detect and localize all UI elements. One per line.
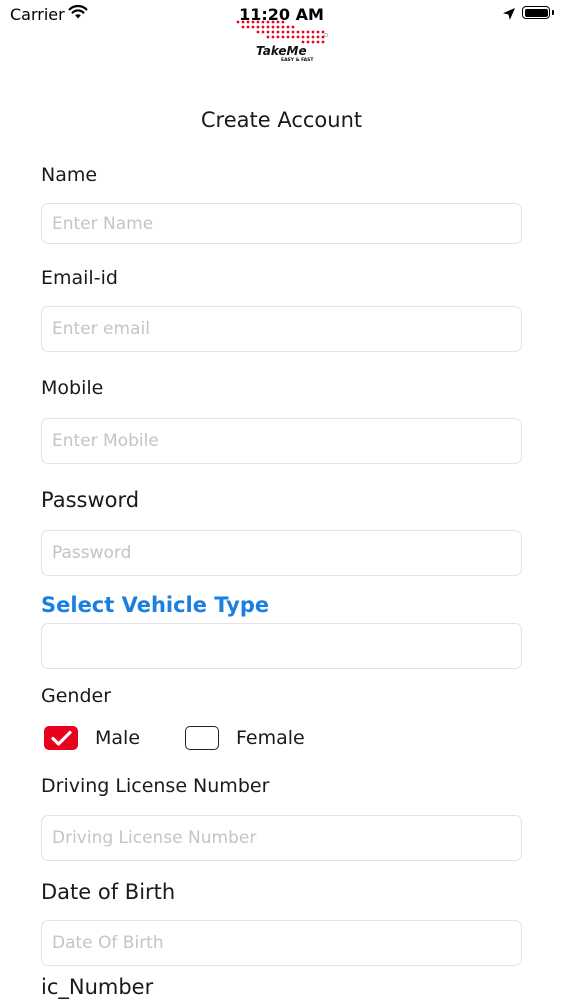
male-label: Male bbox=[95, 727, 141, 749]
battery-icon bbox=[522, 6, 554, 19]
gender-option-female[interactable]: Female bbox=[185, 726, 315, 752]
dob-input[interactable] bbox=[41, 920, 522, 966]
logo-brand-text: TakeMe bbox=[256, 44, 307, 58]
takeme-logo: TakeMe EASY & FAST bbox=[234, 16, 330, 66]
vehicle-type-field[interactable] bbox=[41, 623, 522, 669]
mobile-input[interactable] bbox=[41, 418, 522, 464]
name-input[interactable] bbox=[41, 203, 522, 244]
page-title: Create Account bbox=[200, 108, 363, 132]
name-label: Name bbox=[41, 164, 98, 186]
female-checkbox[interactable] bbox=[185, 726, 219, 750]
email-label: Email-id bbox=[41, 267, 118, 289]
logo-tagline-text: EASY & FAST bbox=[281, 57, 314, 63]
password-label: Password bbox=[41, 488, 140, 512]
gender-label: Gender bbox=[41, 685, 112, 707]
driving-license-input[interactable] bbox=[41, 815, 522, 861]
female-label: Female bbox=[236, 727, 305, 749]
email-input[interactable] bbox=[41, 306, 522, 352]
select-vehicle-type-button[interactable]: Select Vehicle Type bbox=[41, 593, 269, 617]
gender-option-male[interactable]: Male bbox=[44, 726, 154, 752]
driving-license-label: Driving License Number bbox=[41, 775, 270, 797]
password-input[interactable] bbox=[41, 530, 522, 576]
ic-number-label: ic_Number bbox=[41, 975, 154, 999]
location-arrow-icon bbox=[502, 6, 516, 25]
male-checkbox[interactable] bbox=[44, 726, 78, 750]
mobile-label: Mobile bbox=[41, 377, 104, 399]
checkmark-icon bbox=[51, 730, 72, 746]
dob-label: Date of Birth bbox=[41, 880, 176, 904]
